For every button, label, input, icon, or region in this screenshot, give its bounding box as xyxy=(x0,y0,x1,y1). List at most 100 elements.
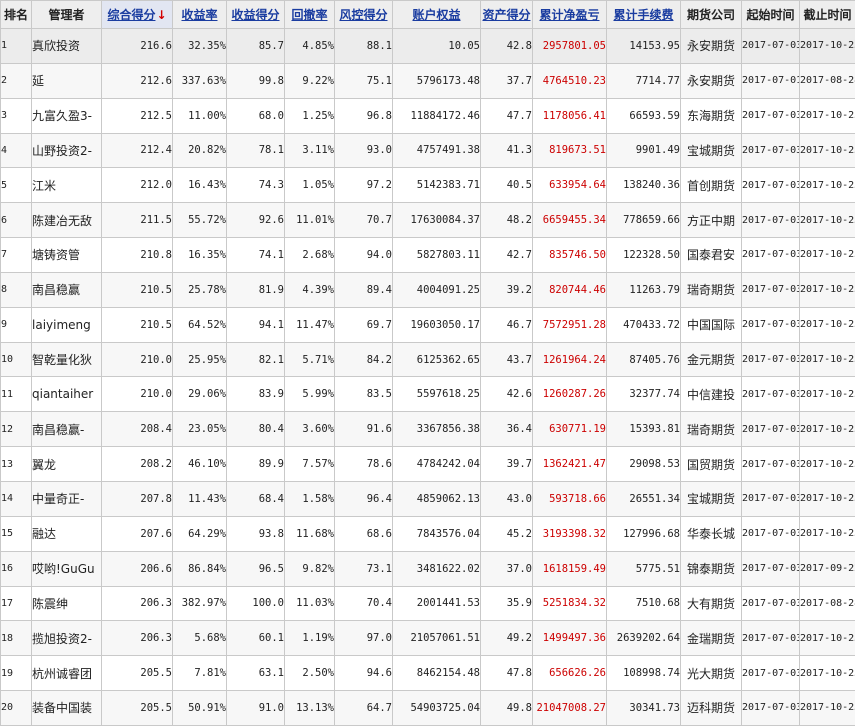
start-time-cell: 2017-07-03 xyxy=(742,29,800,64)
company-cell: 国泰君安 xyxy=(681,238,742,273)
net-pnl-cell: 21047008.27 xyxy=(533,691,607,726)
rank-cell: 19 xyxy=(1,656,32,691)
col-header-risk-score[interactable]: 风控得分 xyxy=(335,1,393,29)
drawdown-cell: 11.01% xyxy=(285,203,335,238)
risk-score-cell: 91.6 xyxy=(335,412,393,447)
end-time-cell: 2017-10-23 xyxy=(800,203,855,238)
rank-cell: 8 xyxy=(1,272,32,307)
col-header-company: 期货公司 xyxy=(681,1,742,29)
asset-score-cell: 47.8 xyxy=(481,656,533,691)
return-score-cell: 81.9 xyxy=(227,272,285,307)
net-pnl-cell: 6659455.34 xyxy=(533,203,607,238)
return-rate-cell: 11.00% xyxy=(173,98,227,133)
composite-score-cell: 210.5 xyxy=(102,272,173,307)
return-score-cell: 78.1 xyxy=(227,133,285,168)
end-time-cell: 2017-10-23 xyxy=(800,621,855,656)
table-row[interactable]: 6陈建冶无敌211.555.72%92.611.01%70.717630084.… xyxy=(1,203,855,238)
end-time-cell: 2017-10-23 xyxy=(800,238,855,273)
manager-name-cell: 塘铸资管 xyxy=(32,238,102,273)
table-row[interactable]: 13翼龙208.246.10%89.97.57%78.64784242.0439… xyxy=(1,447,855,482)
start-time-cell: 2017-07-03 xyxy=(742,551,800,586)
end-time-cell: 2017-10-23 xyxy=(800,133,855,168)
fees-cell: 138240.36 xyxy=(607,168,681,203)
table-row[interactable]: 10智乾量化狄210.025.95%82.15.71%84.26125362.6… xyxy=(1,342,855,377)
rank-cell: 14 xyxy=(1,481,32,516)
return-rate-cell: 64.29% xyxy=(173,516,227,551)
col-header-asset-score[interactable]: 资产得分 xyxy=(481,1,533,29)
col-header-composite-label[interactable]: 综合得分 xyxy=(107,8,155,22)
col-header-fees[interactable]: 累计手续费 xyxy=(607,1,681,29)
table-row[interactable]: 18揽旭投资2-206.35.68%60.11.19%97.021057061.… xyxy=(1,621,855,656)
table-row[interactable]: 9laiyimeng210.564.52%94.111.47%69.719603… xyxy=(1,307,855,342)
table-row[interactable]: 8南昌稳赢210.525.78%81.94.39%89.44004091.253… xyxy=(1,272,855,307)
col-header-net-pnl[interactable]: 累计净盈亏 xyxy=(533,1,607,29)
table-row[interactable]: 17陈震绅206.3382.97%100.011.03%70.42001441.… xyxy=(1,586,855,621)
composite-score-cell: 210.5 xyxy=(102,307,173,342)
asset-score-cell: 42.8 xyxy=(481,29,533,64)
company-cell: 方正中期 xyxy=(681,203,742,238)
col-header-return-rate[interactable]: 收益率 xyxy=(173,1,227,29)
manager-name-cell: 中量奇正- xyxy=(32,481,102,516)
rank-cell: 13 xyxy=(1,447,32,482)
return-rate-cell: 50.91% xyxy=(173,691,227,726)
company-cell: 迈科期货 xyxy=(681,691,742,726)
start-time-cell: 2017-07-03 xyxy=(742,98,800,133)
return-rate-cell: 20.82% xyxy=(173,133,227,168)
fees-cell: 87405.76 xyxy=(607,342,681,377)
equity-cell: 4859062.13 xyxy=(393,481,481,516)
return-score-cell: 89.9 xyxy=(227,447,285,482)
fees-cell: 108998.74 xyxy=(607,656,681,691)
table-body: 1真欣投资216.632.35%85.74.85%88.110.0542.829… xyxy=(1,29,855,726)
end-time-cell: 2017-10-23 xyxy=(800,377,855,412)
drawdown-cell: 9.82% xyxy=(285,551,335,586)
composite-score-cell: 212.6 xyxy=(102,63,173,98)
table-row[interactable]: 15融达207.664.29%93.811.68%68.67843576.044… xyxy=(1,516,855,551)
composite-score-cell: 206.3 xyxy=(102,621,173,656)
net-pnl-cell: 593718.66 xyxy=(533,481,607,516)
table-row[interactable]: 3九富久盈3-212.511.00%68.01.25%96.811884172.… xyxy=(1,98,855,133)
col-header-return-score[interactable]: 收益得分 xyxy=(227,1,285,29)
composite-score-cell: 212.0 xyxy=(102,168,173,203)
composite-score-cell: 208.4 xyxy=(102,412,173,447)
table-row[interactable]: 7塘铸资管210.816.35%74.12.68%94.05827803.114… xyxy=(1,238,855,273)
net-pnl-cell: 2957801.05 xyxy=(533,29,607,64)
table-row[interactable]: 19杭州诚睿团205.57.81%63.12.50%94.68462154.48… xyxy=(1,656,855,691)
table-row[interactable]: 4山野投资2-212.420.82%78.13.11%93.04757491.3… xyxy=(1,133,855,168)
table-row[interactable]: 20装备中国装205.550.91%91.013.13%64.754903725… xyxy=(1,691,855,726)
manager-name-cell: 江米 xyxy=(32,168,102,203)
net-pnl-cell: 630771.19 xyxy=(533,412,607,447)
risk-score-cell: 68.6 xyxy=(335,516,393,551)
end-time-cell: 2017-10-23 xyxy=(800,412,855,447)
col-header-drawdown[interactable]: 回撤率 xyxy=(285,1,335,29)
start-time-cell: 2017-07-03 xyxy=(742,307,800,342)
return-rate-cell: 32.35% xyxy=(173,29,227,64)
fees-cell: 66593.59 xyxy=(607,98,681,133)
net-pnl-cell: 633954.64 xyxy=(533,168,607,203)
end-time-cell: 2017-10-23 xyxy=(800,481,855,516)
equity-cell: 3367856.38 xyxy=(393,412,481,447)
composite-score-cell: 210.0 xyxy=(102,377,173,412)
rank-cell: 6 xyxy=(1,203,32,238)
table-row[interactable]: 1真欣投资216.632.35%85.74.85%88.110.0542.829… xyxy=(1,29,855,64)
ranking-table: 排名 管理者 综合得分↓ 收益率 收益得分 回撤率 风控得分 账户权益 资产得分… xyxy=(0,0,855,726)
col-header-manager: 管理者 xyxy=(32,1,102,29)
table-row[interactable]: 5江米212.016.43%74.31.05%97.25142383.7140.… xyxy=(1,168,855,203)
table-row[interactable]: 16哎哟!GuGu206.686.84%96.59.82%73.13481622… xyxy=(1,551,855,586)
table-row[interactable]: 11qiantaiher210.029.06%83.95.99%83.55597… xyxy=(1,377,855,412)
col-header-composite-score[interactable]: 综合得分↓ xyxy=(102,1,173,29)
asset-score-cell: 47.7 xyxy=(481,98,533,133)
rank-cell: 2 xyxy=(1,63,32,98)
asset-score-cell: 41.3 xyxy=(481,133,533,168)
table-row[interactable]: 14中量奇正-207.811.43%68.41.58%96.44859062.1… xyxy=(1,481,855,516)
col-header-equity[interactable]: 账户权益 xyxy=(393,1,481,29)
end-time-cell: 2017-10-23 xyxy=(800,447,855,482)
table-row[interactable]: 12南昌稳赢-208.423.05%80.43.60%91.63367856.3… xyxy=(1,412,855,447)
company-cell: 华泰长城 xyxy=(681,516,742,551)
return-score-cell: 68.4 xyxy=(227,481,285,516)
return-rate-cell: 16.35% xyxy=(173,238,227,273)
composite-score-cell: 206.3 xyxy=(102,586,173,621)
rank-cell: 1 xyxy=(1,29,32,64)
table-row[interactable]: 2延212.6337.63%99.89.22%75.15796173.4837.… xyxy=(1,63,855,98)
manager-name-cell: 九富久盈3- xyxy=(32,98,102,133)
return-rate-cell: 55.72% xyxy=(173,203,227,238)
